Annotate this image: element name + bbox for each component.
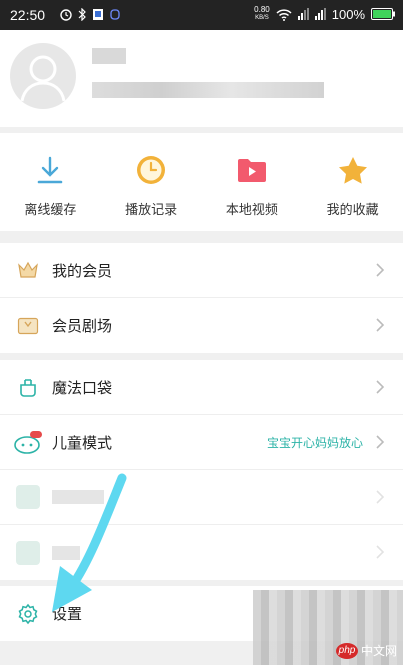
quick-actions: 离线缓存 播放记录 本地视频 我的收藏 — [0, 133, 403, 231]
blurred-label — [52, 490, 104, 504]
watermark-text: 中文网 — [360, 644, 397, 658]
chevron-right-icon — [376, 490, 385, 504]
chevron-right-icon — [376, 380, 385, 394]
app-notification-icon — [93, 9, 103, 20]
profile-name-blurred — [92, 48, 126, 64]
download-icon — [38, 156, 63, 184]
quick-play-history-label: 播放记录 — [125, 203, 178, 218]
menu-item-blurred-1[interactable] — [0, 470, 403, 525]
signal-2-icon — [314, 7, 326, 20]
chevron-right-icon — [376, 435, 385, 449]
menu-item-settings-label: 设置 — [52, 605, 83, 623]
battery-icon — [371, 8, 395, 20]
blurred-icon — [16, 485, 40, 509]
menu-item-magic-pocket-label: 魔法口袋 — [52, 378, 113, 397]
chevron-right-icon — [376, 263, 385, 277]
watermark-logo: php — [335, 642, 358, 659]
status-icons-left — [60, 8, 120, 21]
net-speed-value: 0.80 — [254, 5, 270, 14]
default-avatar-icon — [20, 55, 66, 102]
menu-item-my-vip-label: 我的会员 — [52, 261, 113, 280]
menu-item-magic-pocket[interactable]: 魔法口袋 — [0, 360, 403, 415]
signal-1-icon — [297, 7, 309, 20]
menu-item-kids-mode[interactable]: 儿童模式 宝宝开心妈妈放心 — [0, 415, 403, 470]
battery-percent: 100% — [331, 6, 365, 22]
profile-header[interactable] — [0, 30, 403, 127]
gear-icon — [18, 603, 38, 624]
blurred-icon — [16, 540, 40, 565]
menu-item-vip-theater[interactable]: 会员剧场 — [0, 298, 403, 353]
menu-item-vip-theater-label: 会员剧场 — [52, 317, 113, 335]
quick-offline-cache[interactable]: 离线缓存 — [0, 133, 101, 231]
bluetooth-icon — [78, 8, 86, 21]
menu-item-kids-mode-label: 儿童模式 — [52, 433, 113, 452]
menu-group-vip: 我的会员 会员剧场 — [0, 243, 403, 353]
avatar[interactable] — [10, 43, 76, 109]
status-icons-right: 0.80 KB/S 100% — [254, 6, 395, 22]
alarm-icon — [60, 9, 72, 21]
net-speed-unit: KB/S — [255, 15, 269, 21]
star-icon — [338, 157, 367, 184]
quick-local-video-label: 本地视频 — [225, 203, 278, 218]
chevron-right-icon — [376, 545, 385, 559]
menu-group-features: 魔法口袋 儿童模式 宝宝开心妈妈放心 — [0, 360, 403, 580]
clock-icon — [137, 156, 166, 184]
quick-play-history[interactable]: 播放记录 — [101, 133, 202, 231]
quick-favorites[interactable]: 我的收藏 — [302, 133, 403, 231]
quick-favorites-label: 我的收藏 — [326, 203, 379, 218]
menu-item-blurred-2[interactable] — [0, 525, 403, 580]
wifi-icon — [276, 8, 292, 21]
kids-mode-icon — [14, 431, 42, 454]
magic-pocket-icon — [20, 379, 36, 397]
watermark: php 中文网 — [335, 642, 397, 659]
profile-subtitle-blurred — [92, 82, 324, 98]
status-bar: 22:50 0.80 KB/S 100% — [0, 0, 403, 30]
blurred-label — [52, 545, 80, 560]
folder-video-icon — [237, 159, 266, 182]
menu-item-my-vip[interactable]: 我的会员 — [0, 243, 403, 298]
chevron-right-icon — [376, 318, 385, 332]
kids-mode-hint: 宝宝开心妈妈放心 — [266, 435, 363, 450]
mail-notification-icon — [110, 9, 120, 20]
quick-local-video[interactable]: 本地视频 — [202, 133, 303, 231]
quick-offline-cache-label: 离线缓存 — [24, 203, 77, 218]
crown-icon — [18, 261, 38, 278]
status-time: 22:50 — [10, 7, 46, 23]
vip-theater-icon — [17, 317, 39, 334]
net-speed: 0.80 KB/S — [254, 6, 270, 22]
